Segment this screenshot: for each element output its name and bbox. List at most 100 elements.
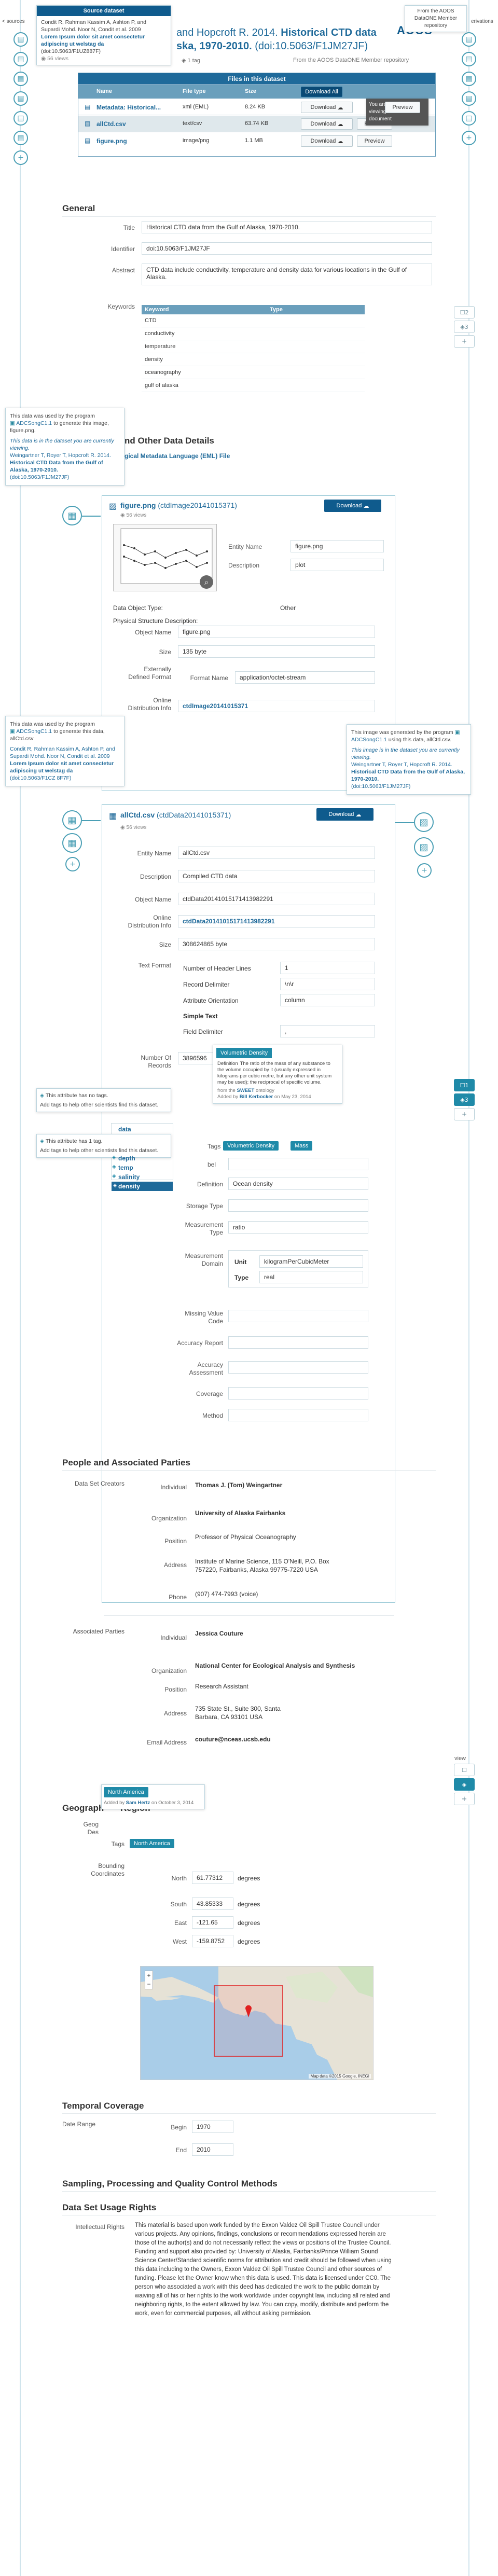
unit-label: Unit [234,1258,247,1266]
csv-provenance-icon[interactable]: ▦ [62,833,82,853]
add-source-icon[interactable]: + [65,857,80,871]
file-name[interactable]: figure.png [96,137,127,145]
source-dataset-tooltip: Source dataset Condit R, Rahman Kassim A… [36,5,171,65]
type-value: real [259,1271,363,1283]
derivation-image-icon[interactable]: ▨ [414,837,434,857]
program-link[interactable]: ADCSongC1.1 [16,728,52,735]
left-provenance-rail [20,0,21,2576]
eml-file-link[interactable]: gical Metadata Language (EML) File [125,452,230,460]
source-dataset-icon[interactable]: ▤ [13,91,28,106]
attribute-item[interactable]: data [118,1126,131,1133]
file-name[interactable]: Metadata: Historical... [96,104,161,111]
tag-count[interactable]: ◈ 1 tag [182,57,200,64]
download-button[interactable]: Download ☁ [301,102,353,113]
tag-button[interactable]: ◈ [454,1778,475,1791]
csv-views: ◉ 56 views [120,825,147,830]
figure-provenance-icon[interactable]: ▦ [62,506,82,525]
keyword-row: density [142,354,365,366]
attribute-item[interactable]: salinity [118,1173,140,1181]
program-link[interactable]: ADCSongC1.1 [16,420,52,426]
zoom-icon[interactable]: ⌕ [200,575,213,589]
program-link[interactable]: ADCSongC1.1 [351,737,387,743]
tag-count-button[interactable]: ◈ 3 [454,1093,475,1106]
attr-tag[interactable]: Volumetric Density [223,1141,279,1151]
degrees-label: degrees [238,1919,260,1927]
method-label: Method [202,1412,223,1419]
degrees-label: degrees [238,1875,260,1882]
figure-views: ◉ 56 views [120,513,147,518]
add-annotation-button[interactable]: + [454,1108,475,1120]
divider [104,1615,394,1616]
attribute-item[interactable]: depth [118,1155,135,1162]
preview-button[interactable]: Preview [357,135,392,147]
date-range-label: Date Range [62,2121,96,2128]
north-value: 61.77312 [192,1872,233,1884]
derivation-image-icon[interactable]: ▨ [414,812,434,832]
keyword-row: temperature [142,341,365,353]
add-annotation-button[interactable]: + [454,1793,475,1805]
add-source-icon[interactable]: + [13,150,28,165]
geo-tag[interactable]: North America [130,1839,174,1848]
download-all-button[interactable]: Download All [301,87,342,97]
size-value: 135 byte [178,645,375,658]
tag-count-button[interactable]: ◈ 3 [454,321,475,333]
comment-count-button[interactable]: ☐ 2 [454,306,475,318]
table-icon: ▦ [109,812,117,821]
csv-desc-label: Description [140,873,171,880]
source-dataset-icon[interactable]: ▤ [13,72,28,86]
derivation-icon[interactable]: ▤ [462,32,476,47]
measurement-domain-label: Measurement Domain [185,1252,223,1267]
source-dataset-icon[interactable]: ▤ [13,131,28,145]
file-size: 8.24 KB [245,104,266,110]
source-views: 56 views [47,56,68,62]
derivation-icon[interactable]: ▤ [462,52,476,66]
map-canvas [141,1966,373,2080]
file-type: xml (EML) [183,104,209,110]
rights-heading: Data Set Usage Rights [62,2203,157,2212]
comment-button[interactable]: ☐ [454,1764,475,1776]
source-dataset-icon[interactable]: ▤ [13,52,28,66]
west-value: -159.8752 [192,1935,233,1947]
methods-heading: Sampling, Processing and Quality Control… [62,2179,278,2189]
derivation-icon[interactable]: ▤ [462,91,476,106]
title-bold-2: ska, 1970-2010. [176,40,252,52]
csv-online-value[interactable]: ctdData20141015171413982291 [178,915,375,927]
west-label: West [172,1938,187,1945]
csv-object-label: Object Name [134,896,171,903]
attribute-item[interactable]: temp [118,1164,133,1171]
creators-label: Data Set Creators [74,1480,125,1487]
file-name[interactable]: allCtd.csv [96,120,126,128]
derivation-icon[interactable]: ▤ [462,72,476,86]
email-value[interactable]: couture@nceas.ucsb.edu [195,1736,271,1743]
download-button[interactable]: Download ☁ [301,118,353,130]
file-type: text/csv [183,120,202,127]
csv-provenance-icon[interactable]: ▦ [62,810,82,830]
online-dist-value[interactable]: ctdImage20141015371 [178,700,375,712]
csv-download-button[interactable]: Download ☁ [316,808,374,821]
add-derivation-icon[interactable]: + [417,863,432,878]
source-dataset-icon[interactable]: ▤ [13,32,28,47]
csv-title: allCtd.csv (ctdData20141015371) [120,811,231,819]
attribute-item[interactable]: density [118,1183,140,1190]
figure-thumbnail[interactable]: ⌕ [113,524,217,591]
add-annotation-button[interactable]: + [454,335,475,348]
comment-count-button[interactable]: ☐ 1 [454,1079,475,1091]
entity-details-heading: nd Other Data Details [125,436,214,446]
attr-tag[interactable]: Mass [290,1141,313,1151]
geo-tag[interactable]: North America [104,1787,148,1797]
term-tag: Volumetric Density [216,1048,272,1058]
source-link[interactable]: Lorem Ipsum dolor sit amet consectetur a… [41,33,167,48]
coverage-map[interactable]: + − Map data ©2015 Google, INEGI [140,1966,374,2080]
figure-download-button[interactable]: Download ☁ [324,500,381,512]
tf-key: Record Delimiter [183,981,230,988]
add-derivation-icon[interactable]: + [462,131,476,145]
view-label: view [454,1755,466,1762]
download-button[interactable]: Download ☁ [301,135,353,147]
figure-desc-value: plot [290,559,384,571]
source-doi: (doi:10.5063/F1UZ887F) [41,48,101,54]
source-dataset-icon[interactable]: ▤ [13,111,28,126]
zoom-controls[interactable]: + − [145,1971,153,1989]
preview-button[interactable]: Preview [385,102,420,113]
provenance-tooltip-figure: This data was used by the program ▣ ADCS… [5,408,125,486]
derivation-icon[interactable]: ▤ [462,111,476,126]
